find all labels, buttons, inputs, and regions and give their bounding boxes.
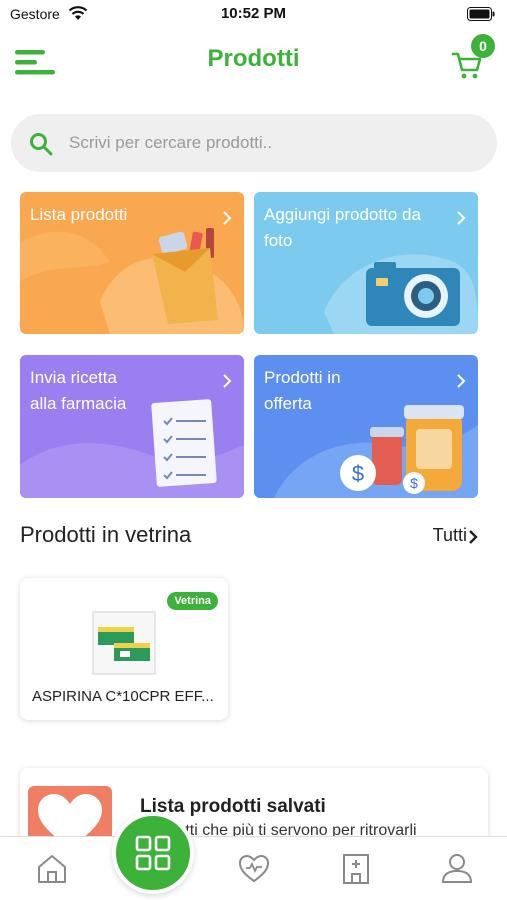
medicine-box-image (98, 627, 150, 661)
tile-add-product-photo[interactable]: Aggiungi prodotto da foto (254, 192, 478, 334)
grid-icon (135, 835, 171, 871)
chevron-right-icon[interactable] (467, 528, 479, 546)
product-name: ASPIRINA C*10CPR EFF... (32, 688, 214, 705)
tile-products-on-offer[interactable]: $ $ Prodotti in offerta (254, 355, 478, 498)
see-all-link[interactable]: Tutti (433, 525, 467, 546)
product-card[interactable]: Vetrina ASPIRINA C*10CPR EFF... (20, 578, 228, 720)
chevron-right-icon (457, 374, 466, 388)
app-header: Prodotti 0 (0, 28, 507, 96)
search-bar[interactable] (11, 114, 497, 172)
tile-label: Invia ricetta alla farmacia (30, 368, 127, 413)
search-input[interactable] (69, 114, 479, 172)
profile-icon (441, 854, 473, 883)
cart-count-badge: 0 (471, 34, 495, 58)
product-image (92, 611, 156, 675)
svg-text:$: $ (352, 461, 364, 486)
clock: 10:52 PM (220, 5, 287, 22)
tab-profile[interactable] (437, 849, 477, 889)
tile-product-list[interactable]: Lista prodotti (20, 192, 244, 334)
chevron-right-icon (223, 211, 232, 225)
cart-button[interactable]: 0 (449, 34, 495, 82)
pharmacy-icon (343, 854, 369, 884)
heart-icon (238, 854, 270, 883)
battery-icon (467, 7, 495, 26)
tab-bar (0, 836, 507, 900)
chevron-right-icon (223, 374, 232, 388)
status-bar: Gestore 10:52 PM (0, 0, 507, 28)
section-title: Prodotti in vetrina (20, 522, 192, 547)
home-icon (38, 855, 66, 883)
see-all-label: Tutti (432, 525, 467, 545)
catalog-fab-button[interactable] (112, 812, 194, 894)
tile-send-prescription[interactable]: Invia ricetta alla farmacia (20, 355, 244, 498)
tab-home[interactable] (32, 849, 72, 889)
chevron-right-icon (457, 211, 466, 225)
page-title: Prodotti (207, 45, 300, 72)
search-icon (30, 133, 53, 156)
tile-label: Aggiungi prodotto da foto (264, 205, 421, 250)
svg-text:$: $ (410, 475, 418, 491)
showcase-badge: Vetrina (167, 592, 218, 610)
tab-favorites[interactable] (234, 849, 274, 889)
tile-label: Prodotti in offerta (264, 368, 341, 413)
tile-label: Lista prodotti (30, 205, 128, 224)
tab-pharmacy[interactable] (336, 849, 376, 889)
